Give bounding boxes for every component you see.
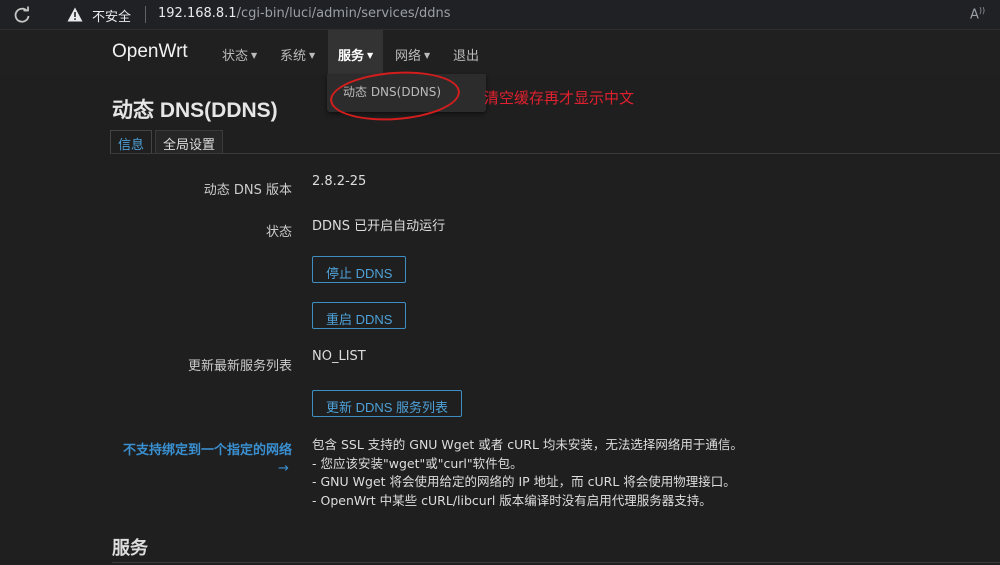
update-service-list-button[interactable]: 更新 DDNS 服务列表 xyxy=(312,390,463,417)
restart-ddns-button[interactable]: 重启 DDNS xyxy=(312,302,407,329)
section-divider xyxy=(112,562,1000,563)
service-list-label: 更新最新服务列表 xyxy=(187,359,292,374)
network-warning-text: 包含 SSL 支持的 GNU Wget 或者 cURL 均未安装，无法选择网络用… xyxy=(312,436,743,510)
status-value: DDNS 已开启自动运行 xyxy=(312,219,446,234)
nav-services[interactable]: 服务 ▼ xyxy=(328,30,384,74)
stop-ddns-button[interactable]: 停止 DDNS xyxy=(312,256,407,283)
read-aloud-icon[interactable]: A)) xyxy=(970,6,985,22)
caret-down-icon: ▼ xyxy=(309,51,316,60)
nav-label: 服务 xyxy=(338,49,365,64)
services-section-title: 服务 xyxy=(112,538,148,559)
nav-label: 网络 xyxy=(395,49,422,64)
version-value: 2.8.2-25 xyxy=(312,174,367,189)
nav-label: 状态 xyxy=(222,49,249,64)
warning-line: 包含 SSL 支持的 GNU Wget 或者 cURL 均未安装，无法选择网络用… xyxy=(312,437,743,452)
nav-network[interactable]: 网络 ▼ xyxy=(395,45,430,64)
warning-line: - 您应该安装"wget"或"curl"软件包。 xyxy=(312,455,523,471)
url-separator xyxy=(145,6,146,23)
warning-line: - GNU Wget 将会使用给定的网络的 IP 地址，而 cURL 将会使用物… xyxy=(312,474,736,489)
warning-triangle-icon[interactable] xyxy=(67,7,83,22)
page-title: 动态 DNS(DDNS) xyxy=(112,99,278,122)
nav-logout[interactable]: 退出 xyxy=(453,45,479,64)
service-list-value: NO_LIST xyxy=(312,349,366,364)
nav-label: 退出 xyxy=(453,49,480,64)
status-label: 状态 xyxy=(265,225,292,240)
tab-info[interactable]: 信息 xyxy=(110,130,153,154)
arrow-right-icon: → xyxy=(278,461,289,476)
url-host: 192.168.8.1 xyxy=(158,6,237,21)
security-status-label[interactable]: 不安全 xyxy=(92,6,131,25)
warning-line: - OpenWrt 中某些 cURL/libcurl 版本编译时没有启用代理服务… xyxy=(312,492,712,508)
caret-down-icon: ▼ xyxy=(251,51,258,60)
url-path: /cgi-bin/luci/admin/services/ddns xyxy=(236,6,451,21)
network-warning-label[interactable]: 不支持绑定到一个指定的网络 xyxy=(123,442,292,460)
caret-down-icon: ▼ xyxy=(424,51,431,60)
nav-status[interactable]: 状态 ▼ xyxy=(222,45,257,64)
nav-label: 系统 xyxy=(280,49,307,64)
tab-global-settings[interactable]: 全局设置 xyxy=(155,130,224,154)
reload-icon[interactable] xyxy=(12,5,32,25)
brand-logo[interactable]: OpenWrt xyxy=(112,41,188,63)
browser-toolbar: 不安全 192.168.8.1/cgi-bin/luci/admin/servi… xyxy=(0,0,1000,30)
address-bar[interactable]: 192.168.8.1/cgi-bin/luci/admin/services/… xyxy=(158,6,450,21)
top-navbar: OpenWrt 状态 ▼ 系统 ▼ 服务 ▼ 网络 ▼ 退出 xyxy=(0,30,1000,74)
annotation-note: 清空缓存再才显示中文 xyxy=(484,89,635,107)
version-label: 动态 DNS 版本 xyxy=(203,183,292,198)
caret-down-icon: ▼ xyxy=(367,51,374,60)
nav-system[interactable]: 系统 ▼ xyxy=(280,45,315,64)
tab-divider xyxy=(110,153,1000,154)
